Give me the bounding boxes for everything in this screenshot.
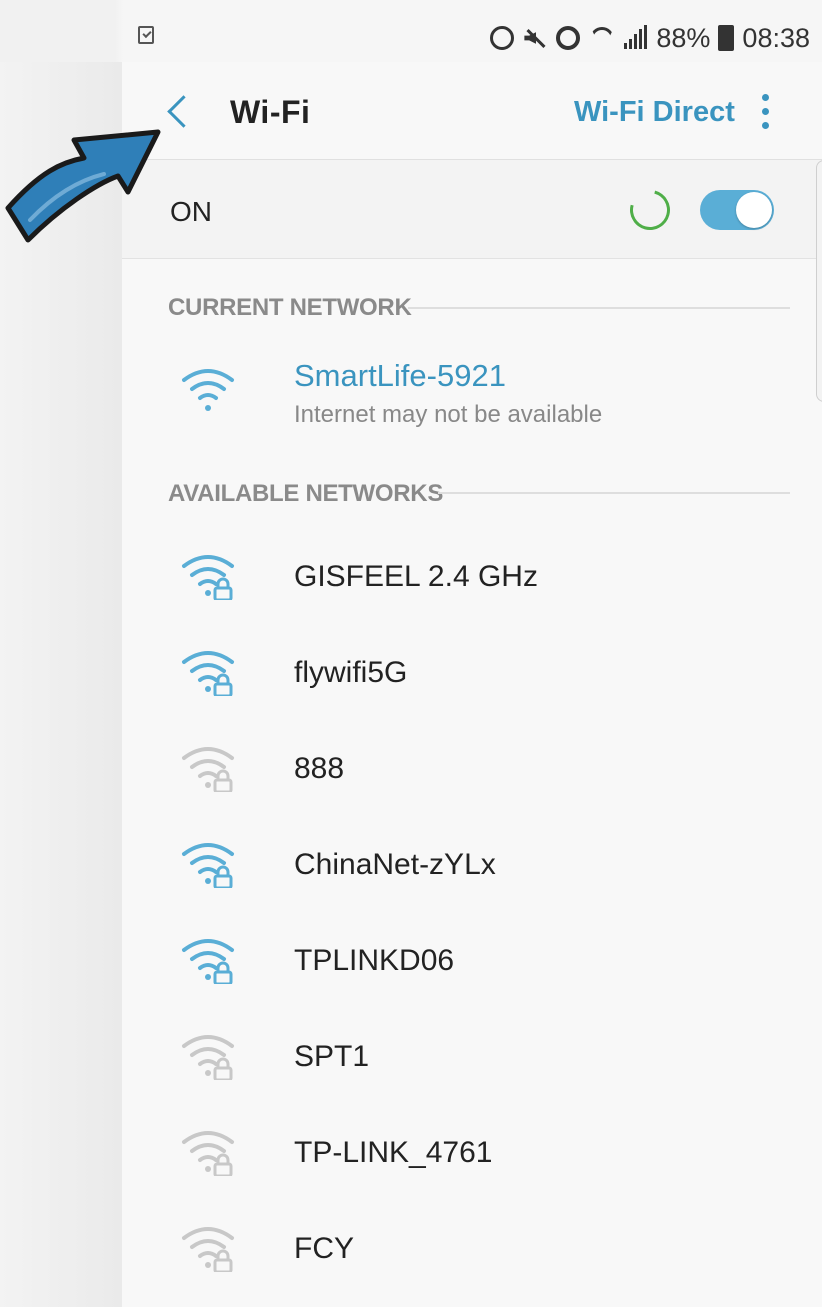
wifi-locked-icon [182,651,234,696]
battery-percent: 88% [656,22,711,53]
wifi-locked-icon [182,1035,234,1080]
scanning-spinner-icon [622,182,678,238]
wifi-toggle-row[interactable]: ON [122,160,822,259]
network-row[interactable]: GISFEEL 2.4 GHz [122,532,822,624]
annotation-arrow-icon [5,129,161,243]
clock: 08:38 [742,22,810,53]
wifi-state-label: ON [170,196,212,227]
network-name: SPT1 [294,1040,370,1073]
network-row[interactable]: TP-LINK_4761 [122,1108,822,1200]
current-network-name: SmartLife-5921 [294,358,506,393]
network-row[interactable]: flywifi5G [122,628,822,720]
status-icons: 88% 08:38 [490,20,810,56]
network-row[interactable]: TPLINKD06 [122,916,822,1008]
section-divider [438,492,790,494]
current-network-row[interactable]: SmartLife-5921 Internet may not be avail… [122,348,822,440]
network-row[interactable]: FCY [122,1204,822,1296]
alarm-icon [556,26,581,50]
wifi-toggle-switch[interactable] [700,190,774,230]
wifi-open-icon [182,369,234,411]
wifi-status-icon [588,25,616,51]
network-name: TP-LINK_4761 [294,1136,493,1169]
available-networks-header: AVAILABLE NETWORKS [168,480,444,507]
wifi-locked-icon [182,939,234,984]
network-name: FCY [294,1232,354,1265]
more-vertical-icon[interactable] [758,94,772,130]
network-name: TPLINKD06 [294,944,455,977]
wifi-locked-icon [182,1131,234,1176]
checklist-notification-icon [138,26,154,44]
wifi-locked-icon [182,747,234,792]
wifi-locked-icon [182,555,234,600]
app-header: Wi-Fi Wi-Fi Direct [122,62,822,160]
network-name: 888 [294,752,345,785]
status-bar: 88% 08:38 [0,0,822,62]
sync-alert-icon [490,26,515,50]
wifi-locked-icon [182,843,234,888]
toggle-knob [736,192,772,228]
network-name: ChinaNet-zYLx [294,848,496,881]
network-row[interactable]: SPT1 [122,1012,822,1104]
network-row[interactable]: ChinaNet-zYLx [122,820,822,912]
wifi-locked-icon [182,1227,234,1272]
page-title: Wi-Fi [230,94,311,130]
current-network-header: CURRENT NETWORK [168,294,412,321]
wifi-direct-button[interactable]: Wi-Fi Direct [574,96,735,129]
current-network-status: Internet may not be available [294,401,603,428]
signal-icon [624,25,648,51]
network-name: GISFEEL 2.4 GHz [294,560,538,593]
battery-icon [718,25,735,51]
section-divider [408,307,790,309]
mute-icon [522,25,548,51]
network-row[interactable]: 888 [122,724,822,816]
network-name: flywifi5G [294,656,408,689]
